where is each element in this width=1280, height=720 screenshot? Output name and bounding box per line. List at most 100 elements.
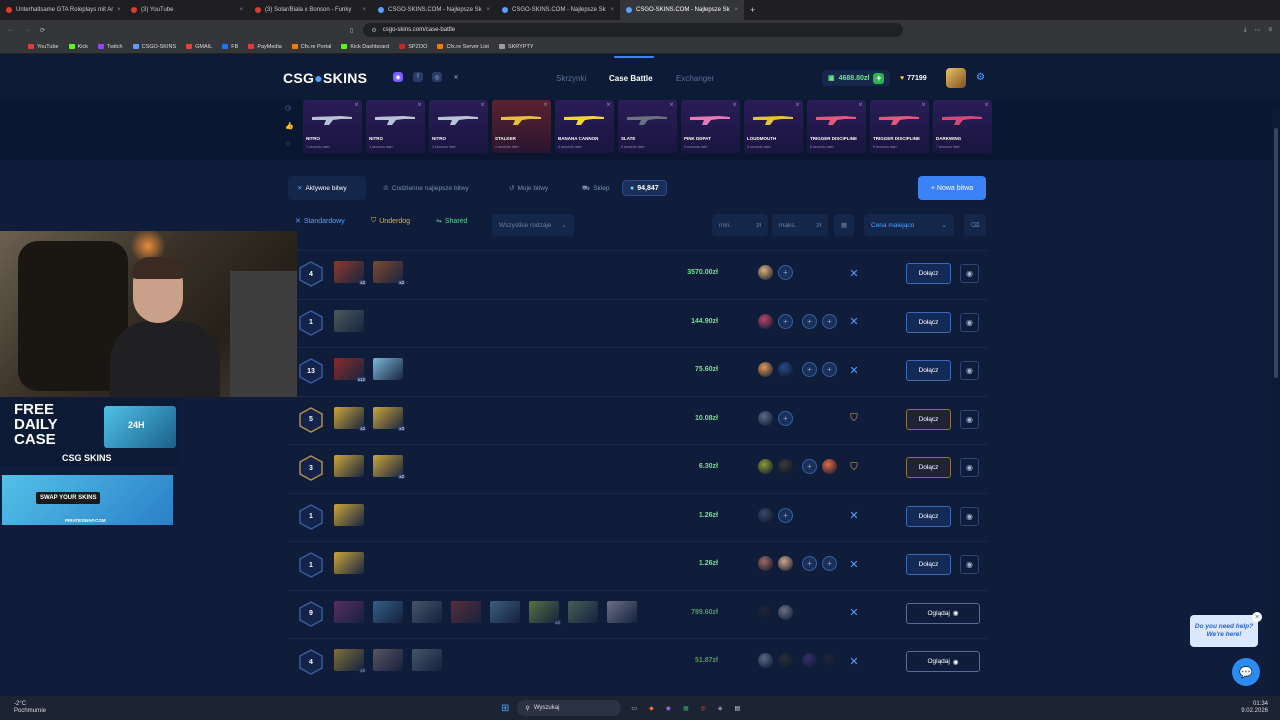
facebook-icon[interactable]: f xyxy=(413,72,423,82)
live-drop-card[interactable]: NITRO 3 seconds later ⨯ xyxy=(366,100,425,153)
app-taskbar-icon[interactable]: ◉ xyxy=(666,705,671,712)
filter-underdog[interactable]: ⛉ Underdog xyxy=(371,217,410,225)
browser-tab[interactable]: (3) YouTube × xyxy=(125,0,249,20)
close-tab-icon[interactable]: × xyxy=(486,7,490,13)
extensions-icon[interactable]: ⋯ xyxy=(1254,27,1260,34)
view-battle-eye-icon[interactable]: ◉ xyxy=(960,361,979,380)
live-drop-card[interactable]: TRIGGER DISCIPLINE 6 seconds later ⨯ xyxy=(870,100,929,153)
min-price-input[interactable]: min. zł xyxy=(712,214,768,236)
bookmark-item[interactable]: SPZOO xyxy=(399,44,427,50)
tab-daily-best[interactable]: ♔ Codzienne najlepsze bitwy xyxy=(383,184,469,193)
empty-slot-join[interactable]: + xyxy=(822,362,837,377)
empty-slot-join[interactable]: + xyxy=(822,313,837,329)
bookmark-item[interactable]: Twitch xyxy=(98,44,123,50)
live-drop-card[interactable]: PINK DDPAT 5 seconds later ⨯ xyxy=(681,100,740,153)
star-icon[interactable]: ☆ xyxy=(285,140,294,148)
tab-shop[interactable]: ⛟ Sklep xyxy=(582,184,609,193)
filter-standard[interactable]: ✕ Standardowy xyxy=(295,217,345,226)
view-battle-eye-icon[interactable]: ◉ xyxy=(960,506,979,526)
empty-slot-join[interactable]: + xyxy=(802,556,817,571)
nav-case-battle[interactable]: Case Battle xyxy=(609,74,653,83)
live-drop-card[interactable]: BANANA CANNON 4 seconds later ⨯ xyxy=(555,100,614,153)
weather-widget[interactable]: -2°C Pochmurnie xyxy=(14,701,46,715)
empty-slot-join[interactable]: + xyxy=(802,313,817,329)
browser-tab[interactable]: Unterhaltsame GTA Roleplays mit Ar × xyxy=(0,0,125,20)
empty-slot-join[interactable]: + xyxy=(802,459,817,474)
url-bar[interactable]: ⚙ csgo-skins.com/case-battle xyxy=(363,23,904,37)
deposit-button[interactable]: + xyxy=(873,72,885,84)
chrome-taskbar-icon[interactable]: ◎ xyxy=(701,705,706,712)
menu-icon[interactable]: ≡ xyxy=(1268,27,1272,33)
history-icon[interactable]: ◷ xyxy=(285,104,294,112)
bookmark-item[interactable]: Kick Dashboard xyxy=(341,44,389,50)
live-drop-card[interactable]: NITRO 3 seconds later ⨯ xyxy=(429,100,488,153)
bookmark-item[interactable]: YouTube xyxy=(28,44,59,50)
view-battle-eye-icon[interactable]: ◉ xyxy=(960,458,979,477)
max-price-input[interactable]: maks. zł xyxy=(772,214,828,236)
empty-slot-join[interactable]: + xyxy=(778,265,793,280)
empty-slot-join[interactable]: + xyxy=(778,507,793,523)
clear-filters-button[interactable]: ⌫ xyxy=(964,214,986,236)
bookmark-item[interactable]: CSGO-SKINS xyxy=(132,44,176,50)
watch-battle-button[interactable]: Oglądaj ◉ xyxy=(906,651,980,672)
tab-my-battles[interactable]: ↺ Moje bitwy xyxy=(509,184,548,193)
close-tab-icon[interactable]: × xyxy=(239,7,243,13)
close-tab-icon[interactable]: × xyxy=(734,7,738,13)
reload-icon[interactable]: ⟳ xyxy=(40,27,45,34)
join-battle-button[interactable]: Dołącz xyxy=(906,554,951,575)
all-types-dropdown[interactable]: Wszystkie rodzaje ⌄ xyxy=(492,214,574,236)
close-tab-icon[interactable]: × xyxy=(362,7,366,13)
close-tab-icon[interactable]: × xyxy=(117,7,121,13)
user-avatar[interactable] xyxy=(946,68,966,88)
close-icon[interactable]: × xyxy=(1252,612,1262,622)
join-battle-button[interactable]: Dołącz xyxy=(906,360,951,381)
clock[interactable]: 01:34 9.02.2026 xyxy=(1241,701,1268,715)
nav-exchanger[interactable]: Exchanger xyxy=(676,74,714,83)
taskbar-search[interactable]: ⚲ Wyszukaj xyxy=(517,700,622,716)
page-scrollbar[interactable] xyxy=(1272,108,1280,696)
view-battle-eye-icon[interactable]: ◉ xyxy=(960,312,979,332)
browser-taskbar-icon[interactable]: ◆ xyxy=(649,705,654,712)
help-chat-bubble[interactable]: Do you need help? We're here! xyxy=(1190,615,1258,647)
download-icon[interactable]: ⤓ xyxy=(1244,27,1247,34)
calculator-taskbar-icon[interactable]: ▤ xyxy=(735,705,741,712)
live-drop-card[interactable]: DARKWING 7 seconds later ⨯ xyxy=(933,100,992,153)
new-tab-icon[interactable]: + xyxy=(750,5,755,15)
join-battle-button[interactable]: Dołącz xyxy=(906,263,951,284)
browser-tab[interactable]: CSGO-SKINS.COM - Najlepsze Sk × xyxy=(620,0,744,20)
close-tab-icon[interactable]: × xyxy=(610,7,614,13)
bookmark-item[interactable]: Cfx.re Server List xyxy=(437,44,489,50)
browser-tab[interactable]: (3) Solar/Biała x Bonson - Funky × xyxy=(249,0,372,20)
sort-dropdown[interactable]: Cena malejąco ⌄ xyxy=(864,214,954,236)
site-info-icon[interactable]: ⚙ xyxy=(371,27,376,34)
settings-gear-icon[interactable]: ⚙ xyxy=(976,72,985,83)
live-drop-card[interactable]: STALKER 4 seconds later ⨯ xyxy=(492,100,551,153)
join-battle-button[interactable]: Dołącz xyxy=(906,408,951,430)
x-icon[interactable]: ✕ xyxy=(451,72,461,82)
empty-slot-join[interactable]: + xyxy=(822,556,837,571)
chat-icon[interactable]: 💬 xyxy=(1232,658,1260,686)
bookmark-item[interactable]: Cfx.re Portal xyxy=(291,44,331,50)
forward-icon[interactable]: → xyxy=(24,27,30,33)
discord-icon[interactable]: ◉ xyxy=(393,72,403,82)
thumb-up-icon[interactable]: 👍 xyxy=(285,122,294,130)
bookmark-item[interactable]: Kick xyxy=(68,44,88,50)
bookmark-item[interactable]: SKRYPTY xyxy=(498,44,534,50)
wallet-balance[interactable]: ▣ 4688.80zł + xyxy=(822,70,891,86)
live-drop-card[interactable]: SLATE 5 seconds later ⨯ xyxy=(618,100,677,153)
join-battle-button[interactable]: Dołącz xyxy=(906,457,951,478)
browser-tab[interactable]: CSGO-SKINS.COM - Najlepsze Sk × xyxy=(372,0,496,20)
filter-shared[interactable]: ⇋ Shared xyxy=(436,217,467,226)
view-battle-eye-icon[interactable]: ◉ xyxy=(960,264,979,283)
tab-active-battles[interactable]: ✕ Aktywne bitwy xyxy=(297,184,347,193)
watch-battle-button[interactable]: Oglądaj ◉ xyxy=(906,602,980,624)
task-view-icon[interactable]: ▭ xyxy=(631,705,637,712)
excel-taskbar-icon[interactable]: ▦ xyxy=(683,705,689,712)
join-battle-button[interactable]: Dołącz xyxy=(906,505,951,527)
view-battle-eye-icon[interactable]: ◉ xyxy=(960,409,979,429)
empty-slot-join[interactable]: + xyxy=(778,410,793,426)
empty-slot-join[interactable]: + xyxy=(778,313,793,329)
steam-taskbar-icon[interactable]: ◈ xyxy=(718,705,723,712)
live-drop-card[interactable]: NITRO 2 seconds later ⨯ xyxy=(303,100,362,153)
live-drop-card[interactable]: TRIGGER DISCIPLINE 6 seconds later ⨯ xyxy=(807,100,866,153)
